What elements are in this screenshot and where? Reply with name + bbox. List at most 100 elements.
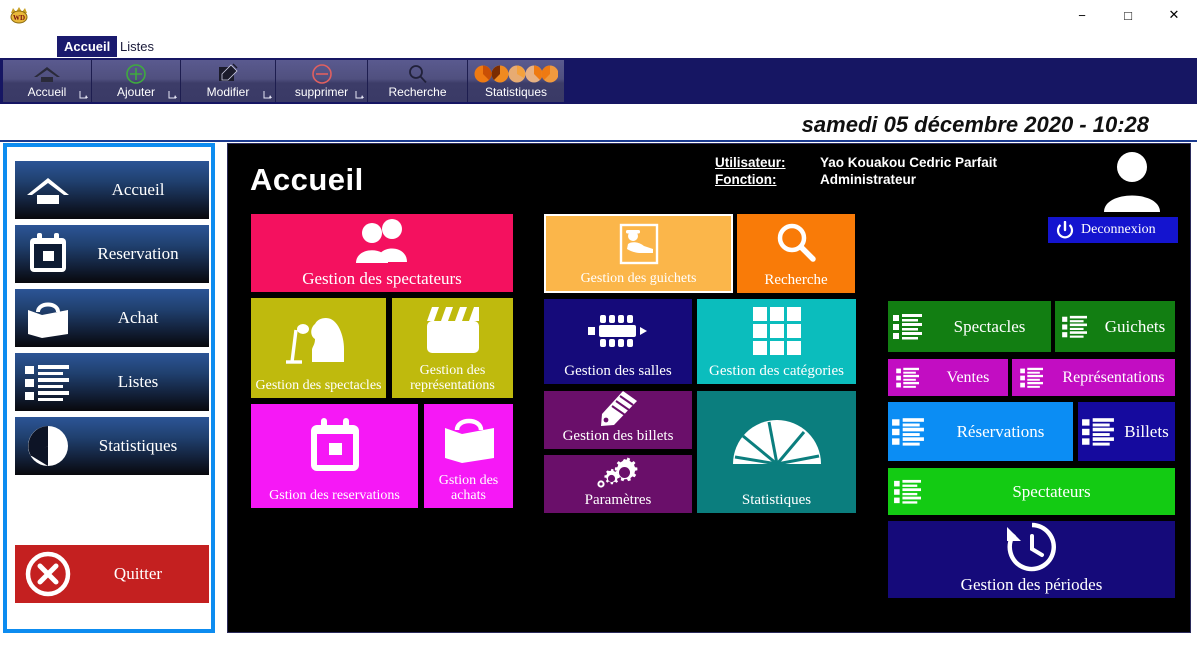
tile-label: Gestion des représentations <box>410 362 495 394</box>
sidebar-label-reservation: Reservation <box>97 244 179 263</box>
tile-recherche[interactable]: Recherche <box>737 214 855 293</box>
sidebar-item-reservation[interactable]: Reservation <box>15 225 209 283</box>
list-tile-reservations[interactable]: Réservations <box>888 402 1073 461</box>
ribbon-button-statistiques[interactable]: Statistiques <box>468 60 564 102</box>
tile-gestion-des-representations[interactable]: Gestion des représentations <box>392 298 513 398</box>
list-icon <box>888 479 928 505</box>
expander-icon-supprimer[interactable] <box>355 90 364 99</box>
menu-bar: Accueil Listes <box>0 36 1197 58</box>
ribbon-label-statistiques: Statistiques <box>484 85 548 99</box>
tile-label: Gestion des spectacles <box>255 378 382 394</box>
tile-label: Recherche <box>764 272 828 289</box>
menu-tab-accueil[interactable]: Accueil <box>57 36 118 57</box>
tile-gestion-des-spectateurs[interactable]: Gestion des spectateurs <box>251 214 513 292</box>
user-label: Utilisateur: <box>715 155 786 170</box>
list-icon <box>888 417 928 447</box>
list-tile-guichets[interactable]: Guichets <box>1055 301 1175 352</box>
pie-charts-icon <box>468 63 564 85</box>
user-info: Utilisateur: Yao Kouakou Cedric Parfait … <box>715 154 1045 188</box>
tile-gestion-des-spectacles[interactable]: Gestion des spectacles <box>251 298 386 398</box>
list-tile-label: Guichets <box>1104 316 1166 336</box>
ribbon-button-accueil[interactable]: Accueil <box>3 60 92 102</box>
tile-gstion-des-reservations[interactable]: Gstion des reservations <box>251 404 418 508</box>
calendar-icon <box>15 225 81 283</box>
application-window: WD − □ ✕ Accueil Listes Accueil Ajouter … <box>0 0 1197 661</box>
sidebar-item-statistiques[interactable]: Statistiques <box>15 417 209 475</box>
edit-note-icon <box>181 63 275 85</box>
ribbon-button-recherche[interactable]: Recherche <box>368 60 468 102</box>
window-controls: − □ ✕ <box>1059 0 1197 30</box>
tile-label: Statistiques <box>741 492 812 509</box>
list-icon <box>1078 417 1118 447</box>
tile-gestion-des-periodes[interactable]: Gestion des périodes <box>888 521 1175 598</box>
tile-gestion-des-billets[interactable]: Gestion des billets <box>544 391 692 449</box>
list-icon <box>1055 315 1095 339</box>
expander-icon-ajouter[interactable] <box>168 90 177 99</box>
ribbon-label-ajouter: Ajouter <box>116 85 156 99</box>
meeting-table-icon <box>544 299 692 363</box>
svg-text:WD: WD <box>13 14 25 22</box>
tile-statistiques[interactable]: Statistiques <box>697 391 856 513</box>
tile-label: Gestion des catégories <box>709 363 844 380</box>
sidebar-item-quitter[interactable]: Quitter <box>15 545 209 603</box>
list-tile-label: Spectateurs <box>1012 481 1091 501</box>
role-value: Administrateur <box>820 172 917 187</box>
logout-button[interactable]: Deconnexion <box>1048 217 1178 243</box>
list-tile-label: Représentations <box>1062 368 1165 386</box>
grid-icon <box>697 299 856 363</box>
wd-logo-icon: WD <box>8 4 30 26</box>
tile-parametres[interactable]: Paramètres <box>544 455 692 513</box>
list-tile-spectacles[interactable]: Spectacles <box>888 301 1051 352</box>
sidebar-item-achat[interactable]: Achat <box>15 289 209 347</box>
tile-gstion-des-achats[interactable]: Gstion des achats <box>424 404 513 508</box>
tile-gestion-des-categories[interactable]: Gestion des catégories <box>697 299 856 384</box>
two-people-icon <box>251 214 513 269</box>
sidebar-label-listes: Listes <box>117 372 159 391</box>
list-icon <box>888 313 928 341</box>
gears-icon <box>544 455 692 492</box>
minimize-button[interactable]: − <box>1059 0 1105 30</box>
tile-gestion-des-guichets[interactable]: Gestion des guichets <box>544 214 733 293</box>
expander-icon-modifier[interactable] <box>263 90 272 99</box>
list-icon <box>888 367 928 389</box>
expander-icon-accueil[interactable] <box>79 90 88 99</box>
magnifier-icon <box>368 63 467 85</box>
power-icon <box>1056 221 1074 239</box>
tile-label: Gstion des achats <box>438 472 499 504</box>
ribbon-button-modifier[interactable]: Modifier <box>181 60 276 102</box>
tile-label: Gestion des salles <box>564 363 672 380</box>
page-title: Accueil <box>250 162 364 197</box>
ribbon-label-supprimer: supprimer <box>294 85 349 99</box>
sidebar: Accueil Reservation Achat Listes Statist… <box>3 143 215 633</box>
main-content-panel: Accueil Utilisateur: Yao Kouakou Cedric … <box>227 143 1191 633</box>
menu-tab-listes[interactable]: Listes <box>113 36 161 57</box>
current-datetime: samedi 05 décembre 2020 - 10:28 <box>801 112 1149 137</box>
ribbon-label-recherche: Recherche <box>388 85 447 99</box>
list-tile-billets[interactable]: Billets <box>1078 402 1175 461</box>
maximize-button[interactable]: □ <box>1105 0 1151 30</box>
plus-circle-icon <box>92 63 180 85</box>
tile-label: Gstion des reservations <box>269 488 400 504</box>
list-icon <box>15 353 81 411</box>
ribbon-button-ajouter[interactable]: Ajouter <box>92 60 181 102</box>
close-button[interactable]: ✕ <box>1151 0 1197 30</box>
header-divider <box>0 140 1197 142</box>
ribbon-label-modifier: Modifier <box>206 85 250 99</box>
shopping-bag-icon <box>424 404 513 473</box>
sidebar-label-achat: Achat <box>117 308 159 327</box>
list-tile-ventes[interactable]: Ventes <box>888 359 1008 396</box>
list-tile-spectateurs[interactable]: Spectateurs <box>888 468 1175 515</box>
sidebar-item-listes[interactable]: Listes <box>15 353 209 411</box>
list-tile-label: Ventes <box>946 368 990 386</box>
clapperboard-icon <box>392 298 513 363</box>
tile-gestion-des-salles[interactable]: Gestion des salles <box>544 299 692 384</box>
tile-label: Paramètres <box>584 492 652 509</box>
sidebar-item-accueil[interactable]: Accueil <box>15 161 209 219</box>
list-tile-representations[interactable]: Représentations <box>1012 359 1175 396</box>
role-label: Fonction: <box>715 172 777 187</box>
title-bar: WD − □ ✕ <box>0 0 1197 30</box>
user-avatar-icon <box>1096 150 1168 212</box>
ticket-clerk-icon <box>546 216 731 271</box>
sidebar-label-accueil: Accueil <box>111 180 165 199</box>
ribbon-button-supprimer[interactable]: supprimer <box>276 60 368 102</box>
